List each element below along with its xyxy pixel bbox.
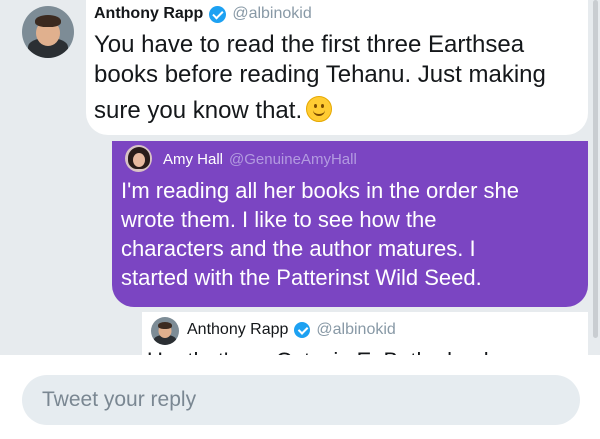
tweet-line: started with the Patterinst Wild Seed. — [121, 265, 482, 290]
tweet-line: You have to read the first three Earthse… — [94, 31, 525, 58]
author-name[interactable]: Amy Hall — [163, 151, 223, 168]
author-name[interactable]: Anthony Rapp — [94, 5, 203, 23]
tweet-line: I'm reading all her books in the order s… — [121, 178, 519, 203]
tweet-line: sure you know that. — [94, 96, 546, 126]
author-handle[interactable]: @albinokid — [316, 321, 395, 339]
reply-composer — [0, 355, 600, 439]
avatar-anthony-rapp[interactable] — [22, 6, 74, 58]
author-handle[interactable]: @albinokid — [232, 5, 311, 23]
tweet-text: I'm reading all her books in the order s… — [121, 180, 519, 296]
verified-badge-icon — [294, 322, 311, 338]
author-name[interactable]: Anthony Rapp — [187, 321, 288, 339]
tweet-line: characters and the author matures. I — [121, 236, 476, 261]
avatar-anthony-rapp[interactable] — [151, 317, 179, 345]
avatar-amy-hall[interactable] — [125, 145, 152, 172]
tweet-reply-input[interactable] — [22, 375, 580, 425]
verified-badge-icon — [209, 5, 227, 23]
author-handle[interactable]: @GenuineAmyHall — [229, 151, 357, 168]
tweet-line-text: sure you know that. — [94, 97, 303, 124]
smiling-face-emoji-icon — [306, 96, 333, 122]
scrollbar[interactable] — [593, 0, 598, 338]
tweet-text: You have to read the first three Earthse… — [94, 33, 546, 126]
tweet-line: wrote them. I like to see how the — [121, 207, 437, 232]
tweet-header: Anthony Rapp @albinokid — [94, 5, 312, 23]
tweet-header: Anthony Rapp @albinokid — [187, 321, 396, 339]
tweet-header: Amy Hall @GenuineAmyHall — [163, 150, 357, 168]
tweet-line: books before reading Tehanu. Just making — [94, 61, 546, 88]
